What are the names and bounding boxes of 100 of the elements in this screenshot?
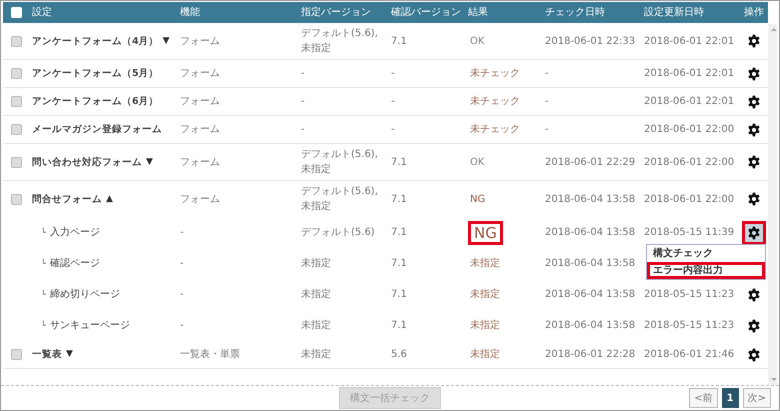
setting-name[interactable]: 問い合わせ対応フォーム <box>32 154 142 170</box>
feature-text: フォーム <box>180 156 220 168</box>
settings-icon <box>747 288 761 302</box>
setting-name[interactable]: アンケートフォーム（4月） <box>32 34 159 48</box>
specified-version: デフォルト(5.6) <box>301 227 375 238</box>
menu-item[interactable]: エラー内容出力 <box>647 262 765 278</box>
result-text: 未指定 <box>469 348 501 362</box>
feature-text: - <box>180 258 184 269</box>
expand-toggle[interactable]: ▼ <box>146 154 153 170</box>
menu-item[interactable]: 構文チェック <box>647 244 765 262</box>
settings-icon <box>747 155 761 169</box>
result-text: 未チェック <box>469 122 521 137</box>
check-datetime: 2018-06-04 13:58 <box>545 289 636 300</box>
setting-name[interactable]: 問合せフォーム <box>32 192 102 206</box>
check-datetime: - <box>545 68 549 79</box>
row-checkbox[interactable] <box>10 124 22 135</box>
checked-version: 7.1 <box>391 194 407 204</box>
feature-text: フォーム <box>180 36 220 46</box>
updated-datetime: 2018-05-15 11:39 <box>644 227 734 238</box>
column-header: 設定 <box>32 7 52 18</box>
select-all-checkbox[interactable] <box>10 7 22 18</box>
row-checkbox[interactable] <box>10 36 22 46</box>
feature-text: フォーム <box>180 124 220 135</box>
setting-name[interactable]: アンケートフォーム（5月） <box>32 66 159 81</box>
updated-datetime: 2018-06-01 22:00 <box>644 194 734 204</box>
check-datetime: 2018-06-01 22:33 <box>545 36 636 46</box>
setting-name[interactable]: サンキューページ <box>50 318 130 333</box>
check-datetime: 2018-06-04 13:58 <box>545 320 636 331</box>
check-datetime: 2018-06-04 13:58 <box>545 194 636 204</box>
setting-name[interactable]: メールマガジン登録フォーム <box>32 122 162 137</box>
column-header: 設定更新日時 <box>644 7 704 18</box>
checked-version: - <box>391 68 395 79</box>
page-button[interactable]: 1 <box>722 388 739 408</box>
checked-version: 7.1 <box>391 289 407 300</box>
settings-icon <box>747 94 761 108</box>
result-text: OK <box>469 34 486 48</box>
row-checkbox[interactable] <box>10 349 22 360</box>
settings-icon <box>747 34 761 48</box>
tree-branch-mark: └ <box>41 288 46 301</box>
page-button[interactable]: <前 <box>689 388 718 408</box>
result-text: OK <box>469 156 486 170</box>
row-checkbox[interactable] <box>10 194 22 204</box>
checked-version: 5.6 <box>391 349 407 360</box>
result-text: 未指定 <box>469 318 501 333</box>
column-header: 確認バージョン <box>391 7 461 18</box>
feature-text: - <box>180 227 184 238</box>
checked-version: 7.1 <box>391 227 407 238</box>
settings-icon <box>747 318 761 332</box>
settings-icon <box>747 348 761 362</box>
settings-icon <box>747 226 761 240</box>
page-button[interactable]: 次> <box>742 388 771 408</box>
setting-name[interactable]: アンケートフォーム（6月） <box>32 94 159 109</box>
checked-version: 7.1 <box>391 36 407 46</box>
expand-toggle[interactable]: ▼ <box>66 347 73 362</box>
checked-version: 7.1 <box>391 320 407 331</box>
specified-version: デフォルト(5.6),未指定 <box>301 186 378 212</box>
updated-datetime: 2018-06-01 22:01 <box>644 68 734 79</box>
column-header: 操作 <box>744 6 764 20</box>
specified-version: 未指定 <box>301 289 331 300</box>
feature-text: - <box>180 320 184 331</box>
settings-icon <box>747 192 761 206</box>
feature-text: フォーム <box>180 96 220 107</box>
check-datetime: 2018-06-01 22:29 <box>545 156 636 168</box>
updated-datetime: 2018-05-15 11:23 <box>644 289 734 300</box>
setting-name[interactable]: 入力ページ <box>50 225 100 240</box>
column-header: 指定バージョン <box>301 7 371 18</box>
setting-name[interactable]: 確認ページ <box>50 256 100 271</box>
specified-version: デフォルト(5.6),未指定 <box>301 28 378 54</box>
expand-toggle[interactable]: ▼ <box>162 34 170 48</box>
specified-version: 未指定 <box>301 258 331 269</box>
tree-branch-mark: └ <box>41 258 46 270</box>
tree-branch-mark: └ <box>41 320 46 332</box>
setting-name[interactable]: 一覧表 <box>32 347 62 362</box>
specified-version: - <box>301 124 305 135</box>
updated-datetime: 2018-05-15 11:23 <box>644 320 734 331</box>
setting-name[interactable]: 締め切りページ <box>50 287 120 302</box>
gear-button[interactable] <box>742 220 766 244</box>
expand-toggle[interactable]: ▲ <box>106 192 113 206</box>
checked-version: 7.1 <box>391 156 407 168</box>
column-header: 機能 <box>180 7 200 18</box>
updated-datetime: 2018-06-01 21:46 <box>644 349 734 360</box>
specified-version: - <box>301 96 305 107</box>
checked-version: - <box>391 96 395 107</box>
result-text: 未指定 <box>469 256 501 271</box>
check-datetime: - <box>545 124 549 135</box>
updated-datetime: 2018-06-01 22:01 <box>644 96 734 107</box>
check-datetime: 2018-06-04 13:58 <box>545 258 636 269</box>
feature-text: - <box>180 289 184 300</box>
result-text: 未指定 <box>469 288 501 302</box>
row-checkbox[interactable] <box>10 68 22 79</box>
row-checkbox[interactable] <box>10 156 22 168</box>
tree-branch-mark: └ <box>41 226 46 239</box>
updated-datetime: 2018-06-01 22:00 <box>644 156 734 168</box>
result-text: 未チェック <box>469 94 521 109</box>
result-text: NG <box>468 220 503 244</box>
feature-text: フォーム <box>180 194 220 204</box>
column-header: 結果 <box>468 7 488 18</box>
feature-text: 一覧表・単票 <box>180 349 240 360</box>
row-checkbox[interactable] <box>10 96 22 107</box>
check-datetime: - <box>545 96 549 107</box>
